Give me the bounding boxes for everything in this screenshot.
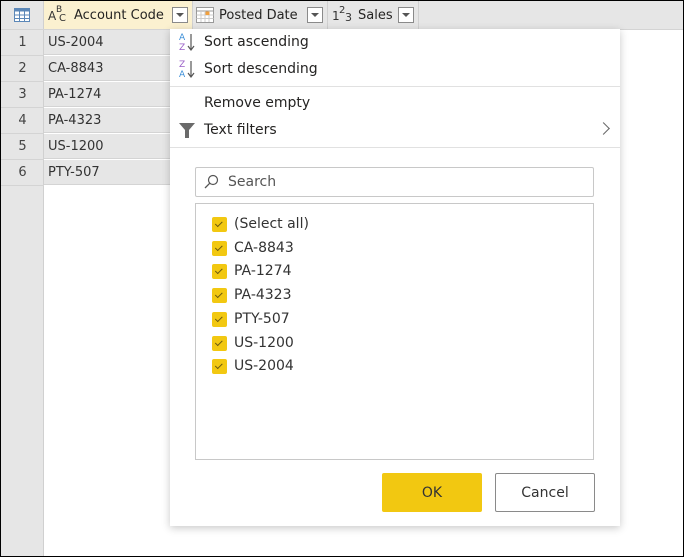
filter-option[interactable]: CA-8843 (212, 237, 294, 259)
row-number: 6 (1, 160, 44, 186)
filter-dropdown-button[interactable] (398, 7, 414, 23)
sort-descending-item[interactable]: Z A Sort descending (170, 56, 620, 82)
search-icon (204, 174, 219, 189)
row-number: 3 (1, 82, 44, 108)
menu-item-label: Text filters (204, 122, 277, 138)
account-code-cell[interactable]: US-1200 (44, 134, 171, 159)
checkbox-checked-icon[interactable] (212, 335, 227, 351)
checkbox-checked-icon[interactable] (212, 216, 227, 232)
option-label: PA-4323 (234, 287, 292, 303)
column-header-posted-date[interactable]: Posted Date (193, 1, 328, 29)
sort-descending-icon: Z A (170, 58, 204, 80)
filter-option[interactable]: PA-1274 (212, 260, 292, 282)
menu-divider (170, 147, 620, 148)
filter-dropdown-button[interactable] (172, 7, 188, 23)
column-title: Posted Date (219, 7, 298, 23)
sort-ascending-icon: A Z (170, 31, 204, 53)
checkbox-checked-icon[interactable] (212, 287, 227, 303)
search-box[interactable] (195, 167, 594, 197)
account-code-cell[interactable]: PA-4323 (44, 108, 171, 133)
row-number: 5 (1, 134, 44, 160)
option-label: (Select all) (234, 216, 309, 232)
svg-text:Z: Z (179, 60, 185, 70)
table-row[interactable]: 6 PTY-507 (1, 160, 171, 186)
column-title: Sales (358, 7, 393, 23)
filter-option[interactable]: PA-4323 (212, 284, 292, 306)
svg-text:A: A (179, 70, 186, 80)
ok-button[interactable]: OK (382, 473, 482, 512)
option-label: PTY-507 (234, 311, 290, 327)
svg-text:A: A (179, 33, 186, 43)
account-code-cell[interactable]: CA-8843 (44, 56, 171, 81)
menu-item-label: Remove empty (204, 95, 311, 111)
number-type-icon[interactable]: 123 (330, 5, 354, 24)
query-editor-grid: ABC Account Code Posted Date 123 Sales 1… (0, 0, 684, 557)
column-header-sales[interactable]: 123 Sales (328, 1, 419, 29)
table-row[interactable]: 1 US-2004 (1, 30, 171, 56)
filter-option[interactable]: PTY-507 (212, 308, 290, 330)
table-row[interactable]: 2 CA-8843 (1, 56, 171, 82)
option-label: US-1200 (234, 335, 294, 351)
table-row[interactable]: 4 PA-4323 (1, 108, 171, 134)
row-number: 1 (1, 30, 44, 56)
filter-funnel-icon (170, 121, 204, 139)
row-number: 4 (1, 108, 44, 134)
checkbox-checked-icon[interactable] (212, 358, 227, 374)
column-header-account-code[interactable]: ABC Account Code (44, 1, 193, 29)
filter-option[interactable]: US-1200 (212, 332, 294, 354)
svg-text:Z: Z (179, 43, 185, 53)
select-all-checkbox[interactable]: (Select all) (212, 213, 309, 235)
menu-item-label: Sort ascending (204, 34, 309, 50)
checkbox-checked-icon[interactable] (212, 240, 227, 256)
column-header-row: ABC Account Code Posted Date 123 Sales (1, 1, 683, 30)
column-title: Account Code (74, 7, 164, 23)
sort-ascending-item[interactable]: A Z Sort ascending (170, 29, 620, 55)
filter-values-list: (Select all) CA-8843 PA-1274 PA-4323 PTY… (195, 203, 594, 460)
option-label: US-2004 (234, 358, 294, 374)
table-menu-button[interactable] (1, 1, 44, 29)
table-icon (14, 8, 30, 22)
account-code-cell[interactable]: PA-1274 (44, 82, 171, 107)
menu-divider (170, 86, 620, 87)
text-type-icon[interactable]: ABC (46, 5, 70, 24)
remove-empty-item[interactable]: Remove empty (170, 90, 620, 116)
option-label: PA-1274 (234, 263, 292, 279)
text-filters-item[interactable]: Text filters (170, 117, 620, 143)
checkbox-checked-icon[interactable] (212, 311, 227, 327)
filter-dropdown-button[interactable] (307, 7, 323, 23)
row-number: 2 (1, 56, 44, 82)
date-type-icon[interactable] (195, 6, 215, 24)
table-row[interactable]: 5 US-1200 (1, 134, 171, 160)
cancel-button[interactable]: Cancel (495, 473, 595, 512)
filter-option[interactable]: US-2004 (212, 355, 294, 377)
account-code-cell[interactable]: PTY-507 (44, 160, 171, 185)
chevron-right-icon (597, 122, 610, 135)
account-code-cell[interactable]: US-2004 (44, 30, 171, 55)
column-filter-menu: A Z Sort ascending Z A Sort descending R… (170, 29, 620, 526)
table-row[interactable]: 3 PA-1274 (1, 82, 171, 108)
option-label: CA-8843 (234, 240, 294, 256)
checkbox-checked-icon[interactable] (212, 263, 227, 279)
search-input[interactable] (226, 173, 570, 191)
menu-item-label: Sort descending (204, 61, 318, 77)
